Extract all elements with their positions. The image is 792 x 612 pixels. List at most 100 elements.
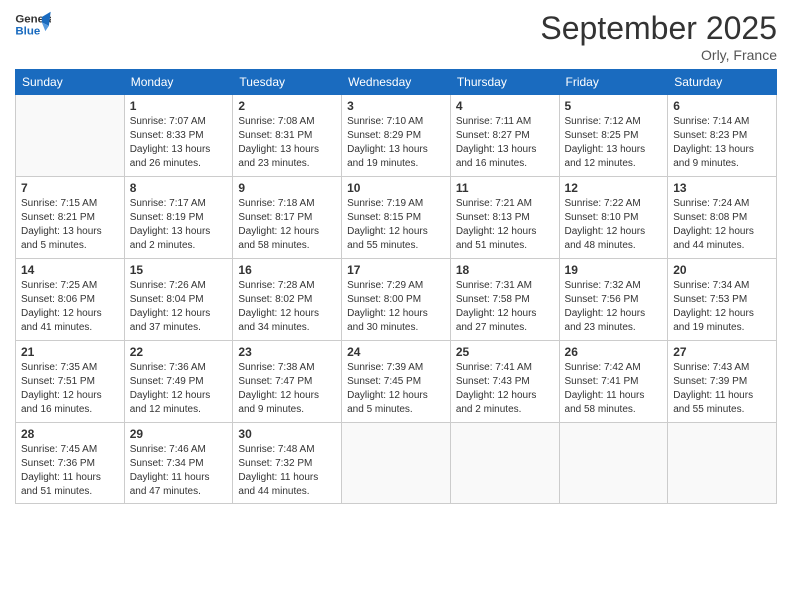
day-info: Sunrise: 7:12 AMSunset: 8:25 PMDaylight:… (565, 115, 663, 171)
calendar-cell: 24Sunrise: 7:39 AMSunset: 7:45 PMDayligh… (342, 341, 451, 423)
day-number: 14 (21, 263, 119, 277)
calendar-cell: 11Sunrise: 7:21 AMSunset: 8:13 PMDayligh… (450, 177, 559, 259)
calendar-cell (16, 95, 125, 177)
header-monday: Monday (124, 70, 233, 95)
logo-icon: General Blue (15, 10, 51, 40)
calendar-cell: 9 Sunrise: 7:18 AMSunset: 8:17 PMDaylight… (233, 177, 342, 259)
day-number: 26 (565, 345, 663, 359)
day-number: 21 (21, 345, 119, 359)
day-number: 16 (238, 263, 336, 277)
day-number: 25 (456, 345, 554, 359)
calendar-cell: 23 Sunrise: 7:38 AMSunset: 7:47 PMDayligh… (233, 341, 342, 423)
day-info: Sunrise: 7:45 AMSunset: 7:36 PMDaylight:… (21, 443, 119, 499)
header-tuesday: Tuesday (233, 70, 342, 95)
calendar-cell (450, 423, 559, 504)
day-info: Sunrise: 7:18 AMSunset: 8:17 PMDaylight:… (238, 197, 336, 253)
day-info: Sunrise: 7:32 AMSunset: 7:56 PMDaylight:… (565, 279, 663, 335)
day-info: Sunrise: 7:15 AMSunset: 8:21 PMDaylight:… (21, 197, 119, 253)
day-info: Sunrise: 7:11 AMSunset: 8:27 PMDaylight:… (456, 115, 554, 171)
calendar-cell: 6 Sunrise: 7:14 AMSunset: 8:23 PMDaylight… (668, 95, 777, 177)
day-info: Sunrise: 7:19 AMSunset: 8:15 PMDaylight:… (347, 197, 445, 253)
calendar-cell: 20 Sunrise: 7:34 AMSunset: 7:53 PMDayligh… (668, 259, 777, 341)
day-info: Sunrise: 7:39 AMSunset: 7:45 PMDaylight:… (347, 361, 445, 417)
calendar-cell: 14 Sunrise: 7:25 AMSunset: 8:06 PMDayligh… (16, 259, 125, 341)
calendar-cell (342, 423, 451, 504)
calendar-cell: 17 Sunrise: 7:29 AMSunset: 8:00 PMDayligh… (342, 259, 451, 341)
day-info: Sunrise: 7:31 AMSunset: 7:58 PMDaylight:… (456, 279, 554, 335)
day-number: 20 (673, 263, 771, 277)
calendar-cell: 22 Sunrise: 7:36 AMSunset: 7:49 PMDayligh… (124, 341, 233, 423)
day-number: 1 (130, 99, 228, 113)
month-title: September 2025 (540, 10, 777, 47)
page-container: General Blue September 2025 Orly, France… (0, 0, 792, 514)
day-number: 23 (238, 345, 336, 359)
day-number: 4 (456, 99, 554, 113)
calendar-cell: 25 Sunrise: 7:41 AMSunset: 7:43 PMDayligh… (450, 341, 559, 423)
weekday-header-row: Sunday Monday Tuesday Wednesday Thursday… (16, 70, 777, 95)
day-number: 8 (130, 181, 228, 195)
calendar-cell (668, 423, 777, 504)
day-info: Sunrise: 7:22 AMSunset: 8:10 PMDaylight:… (565, 197, 663, 253)
calendar-cell: 7 Sunrise: 7:15 AMSunset: 8:21 PMDaylight… (16, 177, 125, 259)
calendar-table: Sunday Monday Tuesday Wednesday Thursday… (15, 69, 777, 504)
day-number: 29 (130, 427, 228, 441)
day-info: Sunrise: 7:08 AMSunset: 8:31 PMDaylight:… (238, 115, 336, 171)
day-info: Sunrise: 7:25 AMSunset: 8:06 PMDaylight:… (21, 279, 119, 335)
day-number: 7 (21, 181, 119, 195)
calendar-cell: 18 Sunrise: 7:31 AMSunset: 7:58 PMDayligh… (450, 259, 559, 341)
day-number: 28 (21, 427, 119, 441)
day-number: 3 (347, 99, 445, 113)
day-info: Sunrise: 7:36 AMSunset: 7:49 PMDaylight:… (130, 361, 228, 417)
day-number: 15 (130, 263, 228, 277)
day-info: Sunrise: 7:10 AMSunset: 8:29 PMDaylight:… (347, 115, 445, 171)
day-info: Sunrise: 7:41 AMSunset: 7:43 PMDaylight:… (456, 361, 554, 417)
day-number: 12 (565, 181, 663, 195)
calendar-cell: 10 Sunrise: 7:19 AMSunset: 8:15 PMDayligh… (342, 177, 451, 259)
day-number: 6 (673, 99, 771, 113)
header-thursday: Thursday (450, 70, 559, 95)
calendar-cell: 26 Sunrise: 7:42 AMSunset: 7:41 PMDayligh… (559, 341, 668, 423)
day-info: Sunrise: 7:42 AMSunset: 7:41 PMDaylight:… (565, 361, 663, 417)
day-number: 5 (565, 99, 663, 113)
day-info: Sunrise: 7:35 AMSunset: 7:51 PMDaylight:… (21, 361, 119, 417)
calendar-cell: 5 Sunrise: 7:12 AMSunset: 8:25 PMDaylight… (559, 95, 668, 177)
day-info: Sunrise: 7:38 AMSunset: 7:47 PMDaylight:… (238, 361, 336, 417)
header-friday: Friday (559, 70, 668, 95)
day-info: Sunrise: 7:17 AMSunset: 8:19 PMDaylight:… (130, 197, 228, 253)
calendar-cell (559, 423, 668, 504)
svg-text:Blue: Blue (15, 26, 40, 38)
calendar-cell: 30 Sunrise: 7:48 AMSunset: 7:32 PMDayligh… (233, 423, 342, 504)
day-number: 2 (238, 99, 336, 113)
calendar-cell: 21 Sunrise: 7:35 AMSunset: 7:51 PMDayligh… (16, 341, 125, 423)
calendar-cell: 12 Sunrise: 7:22 AMSunset: 8:10 PMDayligh… (559, 177, 668, 259)
calendar-cell: 28 Sunrise: 7:45 AMSunset: 7:36 PMDayligh… (16, 423, 125, 504)
day-info: Sunrise: 7:07 AMSunset: 8:33 PMDaylight:… (130, 115, 228, 171)
day-number: 19 (565, 263, 663, 277)
day-info: Sunrise: 7:29 AMSunset: 8:00 PMDaylight:… (347, 279, 445, 335)
day-number: 30 (238, 427, 336, 441)
day-number: 17 (347, 263, 445, 277)
day-number: 10 (347, 181, 445, 195)
day-number: 27 (673, 345, 771, 359)
day-info: Sunrise: 7:46 AMSunset: 7:34 PMDaylight:… (130, 443, 228, 499)
day-info: Sunrise: 7:28 AMSunset: 8:02 PMDaylight:… (238, 279, 336, 335)
day-number: 22 (130, 345, 228, 359)
day-number: 13 (673, 181, 771, 195)
location: Orly, France (540, 47, 777, 63)
calendar-cell: 2 Sunrise: 7:08 AMSunset: 8:31 PMDaylight… (233, 95, 342, 177)
day-info: Sunrise: 7:26 AMSunset: 8:04 PMDaylight:… (130, 279, 228, 335)
calendar-cell: 29 Sunrise: 7:46 AMSunset: 7:34 PMDayligh… (124, 423, 233, 504)
day-info: Sunrise: 7:34 AMSunset: 7:53 PMDaylight:… (673, 279, 771, 335)
header-saturday: Saturday (668, 70, 777, 95)
day-number: 9 (238, 181, 336, 195)
day-info: Sunrise: 7:48 AMSunset: 7:32 PMDaylight:… (238, 443, 336, 499)
calendar-cell: 19 Sunrise: 7:32 AMSunset: 7:56 PMDayligh… (559, 259, 668, 341)
day-info: Sunrise: 7:14 AMSunset: 8:23 PMDaylight:… (673, 115, 771, 171)
header-sunday: Sunday (16, 70, 125, 95)
calendar-cell: 15 Sunrise: 7:26 AMSunset: 8:04 PMDayligh… (124, 259, 233, 341)
day-number: 18 (456, 263, 554, 277)
calendar-cell: 27 Sunrise: 7:43 AMSunset: 7:39 PMDayligh… (668, 341, 777, 423)
calendar-cell: 3 Sunrise: 7:10 AMSunset: 8:29 PMDaylight… (342, 95, 451, 177)
header: General Blue September 2025 Orly, France (15, 10, 777, 63)
day-info: Sunrise: 7:43 AMSunset: 7:39 PMDaylight:… (673, 361, 771, 417)
